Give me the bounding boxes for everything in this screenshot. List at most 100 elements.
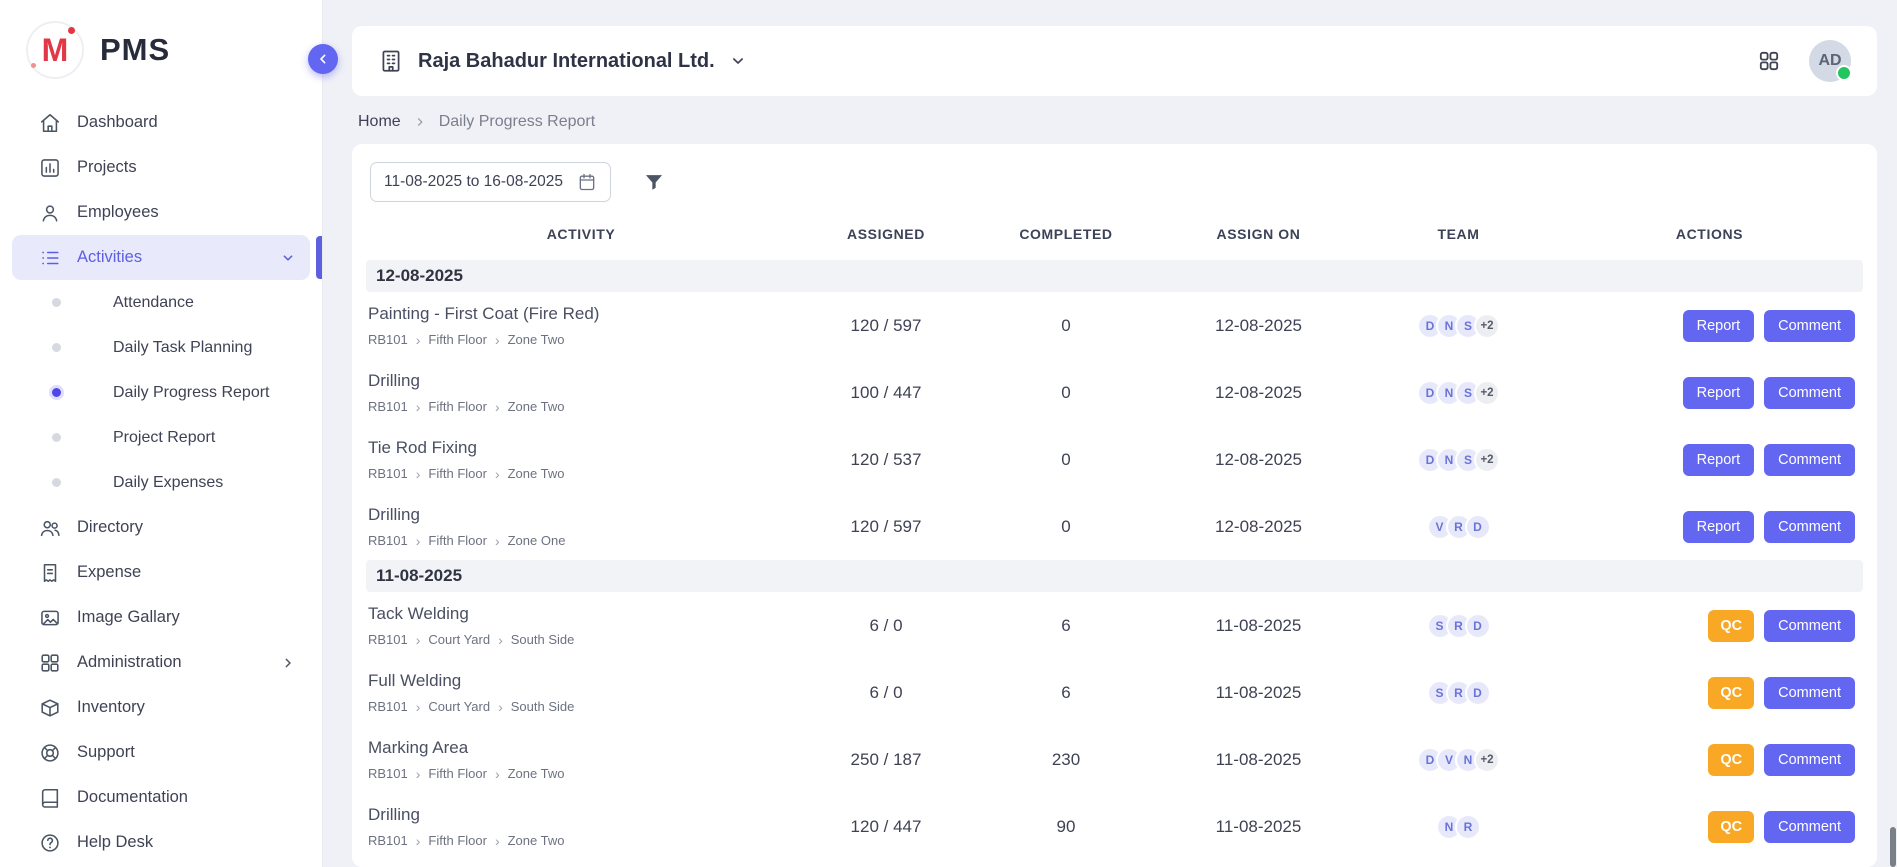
activity-name[interactable]: Marking Area bbox=[368, 738, 796, 758]
assigned-value: 120 / 597 bbox=[796, 517, 976, 537]
activities-icon bbox=[39, 247, 61, 269]
completed-value: 6 bbox=[976, 683, 1156, 703]
team-avatars: DVN+2 bbox=[1361, 747, 1556, 773]
sidebar-item-attendance[interactable]: Attendance bbox=[0, 280, 322, 325]
comment-button[interactable]: Comment bbox=[1764, 811, 1855, 843]
sidebar-item-project-report[interactable]: Project Report bbox=[0, 415, 322, 460]
sidebar-item-employees[interactable]: Employees bbox=[12, 190, 310, 235]
report-button[interactable]: Report bbox=[1683, 511, 1755, 543]
chevron-left-icon bbox=[315, 51, 331, 67]
completed-value: 0 bbox=[976, 517, 1156, 537]
image-gallery-icon bbox=[39, 607, 61, 629]
team-avatar: R bbox=[1455, 814, 1481, 840]
path-segment: RB101 bbox=[368, 332, 408, 347]
comment-button[interactable]: Comment bbox=[1764, 444, 1855, 476]
team-avatars: SRD bbox=[1361, 680, 1556, 706]
topbar: Raja Bahadur International Ltd. AD bbox=[352, 26, 1877, 96]
comment-button[interactable]: Comment bbox=[1764, 377, 1855, 409]
sidebar-item-inventory[interactable]: Inventory bbox=[12, 685, 310, 730]
comment-button[interactable]: Comment bbox=[1764, 310, 1855, 342]
user-avatar[interactable]: AD bbox=[1809, 40, 1851, 82]
team-avatars: DNS+2 bbox=[1361, 447, 1556, 473]
qc-button[interactable]: QC bbox=[1708, 744, 1754, 776]
team-more-badge[interactable]: +2 bbox=[1474, 380, 1500, 406]
table-row: Tack WeldingRB101›Court Yard›South Side6… bbox=[366, 592, 1863, 659]
comment-button[interactable]: Comment bbox=[1764, 677, 1855, 709]
sidebar-item-label: Inventory bbox=[77, 698, 145, 717]
sidebar-item-projects[interactable]: Projects bbox=[12, 145, 310, 190]
qc-button[interactable]: QC bbox=[1708, 610, 1754, 642]
app-title: PMS bbox=[100, 32, 170, 68]
filter-icon bbox=[643, 171, 665, 193]
sidebar-item-daily-expenses[interactable]: Daily Expenses bbox=[0, 460, 322, 505]
sidebar-item-directory[interactable]: Directory bbox=[12, 505, 310, 550]
path-segment: Fifth Floor bbox=[428, 766, 487, 781]
chevron-right-icon: › bbox=[416, 534, 421, 548]
activity-cell: Marking AreaRB101›Fifth Floor›Zone Two bbox=[366, 738, 796, 781]
activity-name[interactable]: Tie Rod Fixing bbox=[368, 438, 796, 458]
sidebar-item-activities[interactable]: Activities bbox=[12, 235, 310, 280]
sidebar-collapse-button[interactable] bbox=[308, 44, 338, 74]
team-more-badge[interactable]: +2 bbox=[1474, 747, 1500, 773]
chevron-down-icon bbox=[280, 250, 296, 266]
company-selector[interactable]: Raja Bahadur International Ltd. bbox=[378, 48, 747, 74]
activity-name[interactable]: Painting - First Coat (Fire Red) bbox=[368, 304, 796, 324]
activity-path: RB101›Court Yard›South Side bbox=[368, 699, 796, 714]
apps-grid-button[interactable] bbox=[1757, 49, 1781, 73]
qc-button[interactable]: QC bbox=[1708, 677, 1754, 709]
team-avatar: D bbox=[1465, 613, 1491, 639]
sidebar-item-daily-task-planning[interactable]: Daily Task Planning bbox=[0, 325, 322, 370]
activity-name[interactable]: Drilling bbox=[368, 505, 796, 525]
sidebar-item-daily-progress-report[interactable]: Daily Progress Report bbox=[0, 370, 322, 415]
chevron-right-icon: › bbox=[416, 467, 421, 481]
table-row: Marking AreaRB101›Fifth Floor›Zone Two25… bbox=[366, 726, 1863, 793]
path-segment: RB101 bbox=[368, 699, 408, 714]
activity-name[interactable]: Full Welding bbox=[368, 671, 796, 691]
report-button[interactable]: Report bbox=[1683, 444, 1755, 476]
activity-name[interactable]: Drilling bbox=[368, 805, 796, 825]
filter-button[interactable] bbox=[643, 171, 665, 193]
date-range-input[interactable]: 11-08-2025 to 16-08-2025 bbox=[370, 162, 611, 202]
report-button[interactable]: Report bbox=[1683, 377, 1755, 409]
report-button[interactable]: Report bbox=[1683, 310, 1755, 342]
sidebar-item-expense[interactable]: Expense bbox=[12, 550, 310, 595]
assign-on-value: 12-08-2025 bbox=[1156, 450, 1361, 470]
inventory-icon bbox=[39, 697, 61, 719]
path-segment: Zone Two bbox=[508, 466, 565, 481]
path-segment: RB101 bbox=[368, 632, 408, 647]
chevron-right-icon: › bbox=[416, 333, 421, 347]
breadcrumb-current: Daily Progress Report bbox=[439, 113, 596, 131]
sidebar-item-image-gallary[interactable]: Image Gallary bbox=[12, 595, 310, 640]
comment-button[interactable]: Comment bbox=[1764, 610, 1855, 642]
scrollbar-thumb[interactable] bbox=[1890, 827, 1896, 867]
path-segment: Fifth Floor bbox=[428, 332, 487, 347]
chevron-right-icon: › bbox=[416, 767, 421, 781]
chevron-right-icon: › bbox=[416, 700, 421, 714]
assign-on-value: 11-08-2025 bbox=[1156, 683, 1361, 703]
group-date-row: 11-08-2025 bbox=[366, 560, 1863, 592]
breadcrumb-home[interactable]: Home bbox=[358, 113, 401, 131]
sidebar-item-label: Dashboard bbox=[77, 113, 158, 132]
comment-button[interactable]: Comment bbox=[1764, 511, 1855, 543]
table-header-row: ACTIVITYASSIGNEDCOMPLETEDASSIGN ONTEAMAC… bbox=[366, 208, 1863, 260]
sidebar-item-documentation[interactable]: Documentation bbox=[12, 775, 310, 820]
activity-name[interactable]: Tack Welding bbox=[368, 604, 796, 624]
sidebar-item-administration[interactable]: Administration bbox=[12, 640, 310, 685]
qc-button[interactable]: QC bbox=[1708, 811, 1754, 843]
assigned-value: 120 / 537 bbox=[796, 450, 976, 470]
sidebar-item-help-desk[interactable]: Help Desk bbox=[12, 820, 310, 865]
sidebar-item-support[interactable]: Support bbox=[12, 730, 310, 775]
actions-cell: Report Comment bbox=[1556, 310, 1863, 342]
team-more-badge[interactable]: +2 bbox=[1474, 447, 1500, 473]
path-segment: Fifth Floor bbox=[428, 533, 487, 548]
actions-cell: QC Comment bbox=[1556, 610, 1863, 642]
assign-on-value: 11-08-2025 bbox=[1156, 750, 1361, 770]
team-more-badge[interactable]: +2 bbox=[1474, 313, 1500, 339]
topbar-right: AD bbox=[1757, 40, 1851, 82]
company-name: Raja Bahadur International Ltd. bbox=[418, 50, 715, 73]
comment-button[interactable]: Comment bbox=[1764, 744, 1855, 776]
sidebar-item-dashboard[interactable]: Dashboard bbox=[12, 100, 310, 145]
activity-name[interactable]: Drilling bbox=[368, 371, 796, 391]
completed-value: 90 bbox=[976, 817, 1156, 837]
bullet-icon bbox=[52, 343, 61, 352]
